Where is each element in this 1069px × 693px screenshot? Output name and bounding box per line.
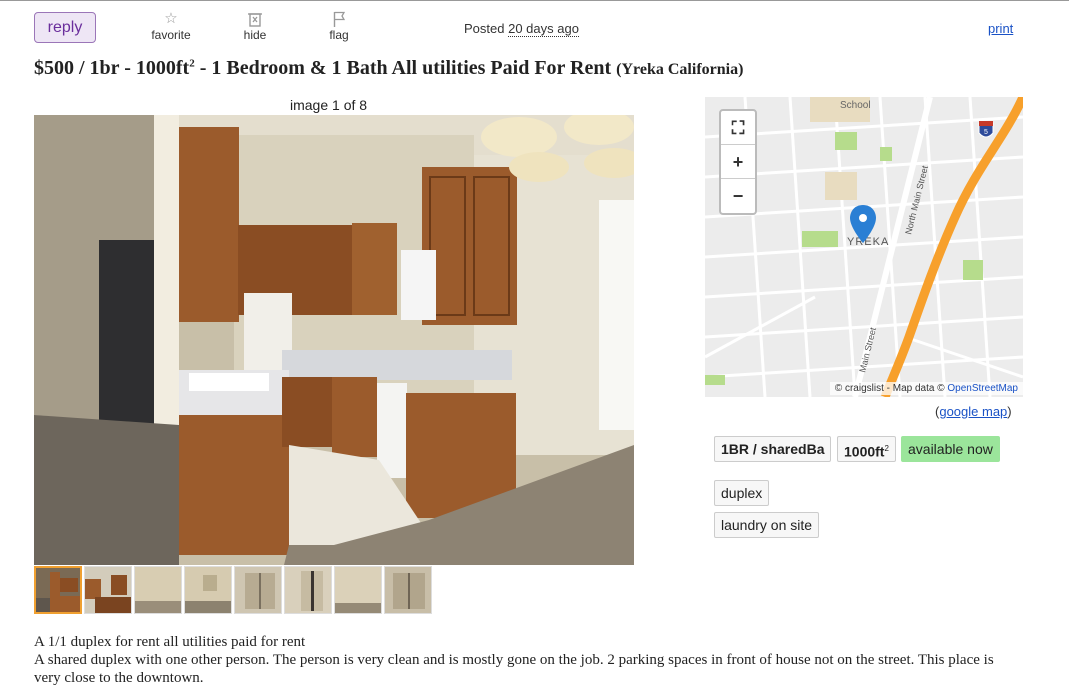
thumbnail-7[interactable] — [334, 566, 382, 614]
thumbnail-6[interactable] — [284, 566, 332, 614]
action-bar: reply ☆ favorite hide flag Posted 20 day… — [0, 1, 1069, 49]
price: $500 — [34, 57, 74, 79]
attr-sqft: 1000ft2 — [837, 436, 896, 462]
posting-body: A 1/1 duplex for rent all utilities paid… — [34, 633, 1024, 687]
sqft-superscript: 2 — [189, 57, 195, 70]
favorite-label: favorite — [151, 28, 191, 42]
flag-icon — [327, 11, 351, 27]
attr-sqft-text: 1000ft — [844, 443, 885, 460]
thumbnail-5[interactable] — [234, 566, 282, 614]
fullscreen-icon[interactable]: ⛶ — [721, 111, 755, 145]
reply-button[interactable]: reply — [34, 12, 96, 43]
star-icon: ☆ — [164, 10, 178, 27]
zoom-in-icon[interactable]: + — [721, 145, 755, 179]
hide-button[interactable]: hide — [241, 11, 269, 42]
attr-sqft-sup: 2 — [884, 444, 889, 453]
thumbnail-4[interactable] — [184, 566, 232, 614]
housing-info: / 1br - 1000ft2 — [79, 57, 195, 79]
thumbnail-3[interactable] — [134, 566, 182, 614]
attr-tag-laundry: laundry on site — [714, 512, 820, 538]
housing-text: / 1br - 1000ft — [79, 57, 190, 79]
attr-bed-bath-text: 1BR / sharedBa — [721, 441, 825, 457]
main-image[interactable] — [34, 115, 634, 565]
attr-availability: available now — [901, 436, 1000, 462]
openstreetmap-link[interactable]: OpenStreetMap — [947, 383, 1018, 394]
map-zoom-controls: ⛶ + − — [719, 109, 757, 215]
posting-title: $500 / 1br - 1000ft2 - 1 Bedroom & 1 Bat… — [34, 57, 743, 80]
description-line-2: A shared duplex with one other person. T… — [34, 652, 994, 686]
flag-label: flag — [329, 28, 349, 42]
location: (Yreka California) — [616, 61, 744, 78]
map-attribution: © craigslist - Map data © OpenStreetMap — [829, 382, 1023, 395]
map-label-school: School — [840, 100, 871, 111]
map-attribution-prefix: © craigslist - Map data © — [834, 383, 945, 394]
attr-bed-bath: 1BR / sharedBa — [714, 436, 832, 462]
thumbnail-8[interactable] — [384, 566, 432, 614]
posted-prefix: Posted — [464, 21, 505, 36]
attr-tag-duplex: duplex — [714, 480, 770, 506]
description-line-1: A 1/1 duplex for rent all utilities paid… — [34, 634, 306, 650]
hide-label: hide — [243, 28, 267, 42]
posted-ago: 20 days ago — [508, 21, 579, 37]
image-counter: image 1 of 8 — [290, 97, 368, 113]
favorite-button[interactable]: ☆ favorite — [150, 10, 192, 43]
trash-icon — [241, 11, 269, 27]
title-text: - 1 Bedroom & 1 Bath All utilities Paid … — [199, 57, 612, 79]
map-label-city: YREKA — [847, 236, 889, 248]
flag-button[interactable]: flag — [327, 11, 351, 42]
print-link[interactable]: print — [988, 21, 1013, 36]
map[interactable]: 5 School YREKA North Main Street Main St… — [705, 97, 1023, 397]
zoom-out-icon[interactable]: − — [721, 179, 755, 213]
posted-date: Posted 20 days ago — [464, 21, 579, 37]
thumbnail-2[interactable] — [84, 566, 132, 614]
interstate-label: 5 — [984, 129, 988, 136]
thumbnail-1[interactable] — [34, 566, 82, 614]
google-map-link-wrapper: (google map) — [935, 404, 1012, 419]
google-map-link[interactable]: google map — [939, 404, 1007, 419]
